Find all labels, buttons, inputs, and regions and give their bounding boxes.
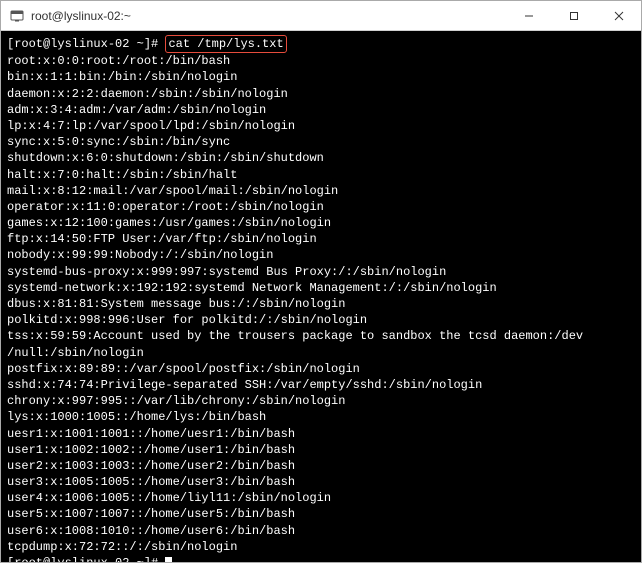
output-line: postfix:x:89:89::/var/spool/postfix:/sbi…	[7, 361, 635, 377]
output-line: user2:x:1003:1003::/home/user2:/bin/bash	[7, 458, 635, 474]
output-line: systemd-bus-proxy:x:999:997:systemd Bus …	[7, 264, 635, 280]
close-button[interactable]	[596, 1, 641, 30]
output-line: user6:x:1008:1010::/home/user6:/bin/bash	[7, 523, 635, 539]
output-line: chrony:x:997:995::/var/lib/chrony:/sbin/…	[7, 393, 635, 409]
cursor	[165, 557, 172, 562]
output-line: sshd:x:74:74:Privilege-separated SSH:/va…	[7, 377, 635, 393]
output-line: tcpdump:x:72:72::/:/sbin/nologin	[7, 539, 635, 555]
app-icon	[9, 8, 25, 24]
titlebar-left: root@lyslinux-02:~	[9, 8, 131, 24]
output-line: daemon:x:2:2:daemon:/sbin:/sbin/nologin	[7, 86, 635, 102]
output-line: sync:x:5:0:sync:/sbin:/bin/sync	[7, 134, 635, 150]
shell-prompt: [root@lyslinux-02 ~]#	[7, 556, 165, 562]
output-line: user5:x:1007:1007::/home/user5:/bin/bash	[7, 506, 635, 522]
output-line: operator:x:11:0:operator:/root:/sbin/nol…	[7, 199, 635, 215]
output-line: nobody:x:99:99:Nobody:/:/sbin/nologin	[7, 247, 635, 263]
output-line: uesr1:x:1001:1001::/home/uesr1:/bin/bash	[7, 426, 635, 442]
output-line: dbus:x:81:81:System message bus:/:/sbin/…	[7, 296, 635, 312]
minimize-button[interactable]	[506, 1, 551, 30]
output-line: user3:x:1005:1005::/home/user3:/bin/bash	[7, 474, 635, 490]
terminal-window: root@lyslinux-02:~ [root@lyslinux-02 ~]#…	[0, 0, 642, 563]
output-line: systemd-network:x:192:192:systemd Networ…	[7, 280, 635, 296]
prompt-line: [root@lyslinux-02 ~]# cat /tmp/lys.txt	[7, 35, 635, 53]
prompt-line: [root@lyslinux-02 ~]#	[7, 555, 635, 562]
terminal-area[interactable]: [root@lyslinux-02 ~]# cat /tmp/lys.txtro…	[1, 31, 641, 562]
output-line: halt:x:7:0:halt:/sbin:/sbin/halt	[7, 167, 635, 183]
output-line: games:x:12:100:games:/usr/games:/sbin/no…	[7, 215, 635, 231]
command-highlight: cat /tmp/lys.txt	[165, 35, 286, 53]
titlebar: root@lyslinux-02:~	[1, 1, 641, 31]
shell-prompt: [root@lyslinux-02 ~]#	[7, 37, 165, 51]
output-line: lys:x:1000:1005::/home/lys:/bin/bash	[7, 409, 635, 425]
output-line: shutdown:x:6:0:shutdown:/sbin:/sbin/shut…	[7, 150, 635, 166]
window-title: root@lyslinux-02:~	[31, 9, 131, 23]
output-line: root:x:0:0:root:/root:/bin/bash	[7, 53, 635, 69]
window-controls	[506, 1, 641, 30]
maximize-button[interactable]	[551, 1, 596, 30]
output-line: /null:/sbin/nologin	[7, 345, 635, 361]
output-line: bin:x:1:1:bin:/bin:/sbin/nologin	[7, 69, 635, 85]
output-line: ftp:x:14:50:FTP User:/var/ftp:/sbin/nolo…	[7, 231, 635, 247]
output-line: mail:x:8:12:mail:/var/spool/mail:/sbin/n…	[7, 183, 635, 199]
output-line: polkitd:x:998:996:User for polkitd:/:/sb…	[7, 312, 635, 328]
output-line: tss:x:59:59:Account used by the trousers…	[7, 328, 635, 344]
command-text: cat /tmp/lys.txt	[168, 37, 283, 51]
output-line: lp:x:4:7:lp:/var/spool/lpd:/sbin/nologin	[7, 118, 635, 134]
output-line: user4:x:1006:1005::/home/liyl11:/sbin/no…	[7, 490, 635, 506]
output-line: adm:x:3:4:adm:/var/adm:/sbin/nologin	[7, 102, 635, 118]
output-line: user1:x:1002:1002::/home/user1:/bin/bash	[7, 442, 635, 458]
